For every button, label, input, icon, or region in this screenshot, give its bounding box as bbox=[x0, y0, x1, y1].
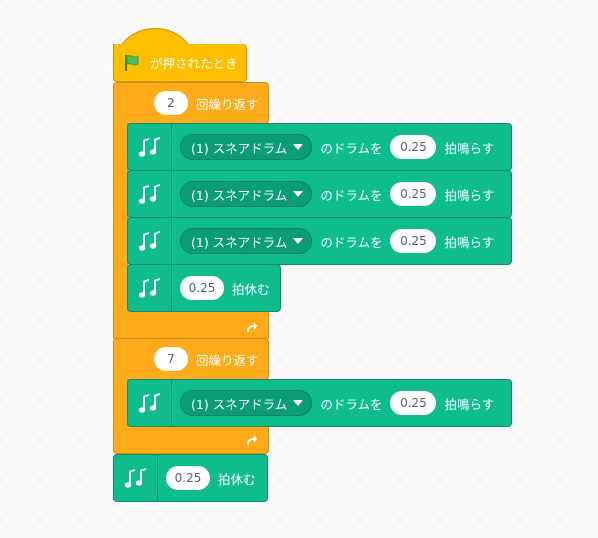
repeat-count-input[interactable]: 2 bbox=[154, 91, 188, 115]
dropdown-arrow-icon bbox=[293, 238, 304, 244]
music-notes-icon bbox=[124, 468, 146, 488]
dropdown-arrow-icon bbox=[293, 144, 304, 150]
drum-mid-label: のドラムを bbox=[320, 396, 383, 412]
beats-input[interactable]: 0.25 bbox=[390, 391, 437, 415]
music-extension-icon-wrap bbox=[128, 380, 172, 426]
drum-dropdown-label: (1) スネアドラム bbox=[191, 234, 288, 250]
play-drum-block[interactable]: (1) スネアドラム のドラムを 0.25 拍鳴らす bbox=[127, 123, 512, 171]
repeat-bottom-2 bbox=[113, 426, 269, 454]
drum-end-label: 拍鳴らす bbox=[444, 234, 495, 250]
rest-beats-input[interactable]: 0.25 bbox=[166, 466, 210, 490]
drum-dropdown[interactable]: (1) スネアドラム bbox=[180, 390, 313, 416]
play-drum-block[interactable]: (1) スネアドラム のドラムを 0.25 拍鳴らす bbox=[127, 379, 512, 427]
rest-beats-input[interactable]: 0.25 bbox=[180, 276, 224, 300]
drum-mid-label: のドラムを bbox=[320, 234, 383, 250]
music-notes-icon bbox=[138, 231, 160, 251]
drum-dropdown[interactable]: (1) スネアドラム bbox=[180, 228, 313, 254]
beats-input[interactable]: 0.25 bbox=[390, 182, 437, 206]
when-flag-clicked-block[interactable]: が押されたとき bbox=[113, 44, 247, 82]
rest-label: 拍休む bbox=[218, 471, 256, 487]
drum-dropdown[interactable]: (1) スネアドラム bbox=[180, 134, 313, 160]
beats-input[interactable]: 0.25 bbox=[390, 229, 437, 253]
music-extension-icon-wrap bbox=[128, 218, 172, 264]
rest-block[interactable]: 0.25 拍休む bbox=[127, 264, 281, 312]
hat-label: が押されたとき bbox=[150, 56, 238, 71]
drum-mid-label: のドラムを bbox=[320, 187, 383, 203]
play-drum-block[interactable]: (1) スネアドラム のドラムを 0.25 拍鳴らす bbox=[127, 217, 512, 265]
dropdown-arrow-icon bbox=[293, 191, 304, 197]
repeat-bottom-1 bbox=[113, 311, 269, 341]
repeat-block-1[interactable]: 2 回繰り返す bbox=[113, 82, 269, 124]
drum-end-label: 拍鳴らす bbox=[444, 140, 495, 156]
music-notes-icon bbox=[138, 137, 160, 157]
music-extension-icon-wrap bbox=[114, 455, 158, 501]
repeat-label: 回繰り返す bbox=[196, 96, 259, 112]
rest-label: 拍休む bbox=[232, 281, 270, 297]
drum-end-label: 拍鳴らす bbox=[444, 187, 495, 203]
loop-arrow-icon bbox=[247, 322, 257, 332]
drum-dropdown-label: (1) スネアドラム bbox=[191, 187, 288, 203]
drum-dropdown-label: (1) スネアドラム bbox=[191, 396, 288, 412]
music-notes-icon bbox=[138, 393, 160, 413]
repeat-block-2[interactable]: 7 回繰り返す bbox=[113, 338, 269, 380]
music-extension-icon-wrap bbox=[128, 171, 172, 217]
loop-arrow-icon bbox=[247, 435, 257, 445]
rest-block[interactable]: 0.25 拍休む bbox=[113, 454, 268, 502]
drum-dropdown-label: (1) スネアドラム bbox=[191, 140, 288, 156]
play-drum-block[interactable]: (1) スネアドラム のドラムを 0.25 拍鳴らす bbox=[127, 170, 512, 218]
dropdown-arrow-icon bbox=[293, 400, 304, 406]
repeat-count-input[interactable]: 7 bbox=[154, 347, 188, 371]
drum-end-label: 拍鳴らす bbox=[444, 396, 495, 412]
music-notes-icon bbox=[138, 184, 160, 204]
music-extension-icon-wrap bbox=[128, 265, 172, 311]
drum-mid-label: のドラムを bbox=[320, 140, 383, 156]
repeat-arm-1 bbox=[113, 123, 128, 319]
music-notes-icon bbox=[138, 278, 160, 298]
beats-input[interactable]: 0.25 bbox=[390, 135, 437, 159]
green-flag-icon bbox=[125, 54, 139, 71]
repeat-label: 回繰り返す bbox=[196, 352, 259, 368]
drum-dropdown[interactable]: (1) スネアドラム bbox=[180, 181, 313, 207]
music-extension-icon-wrap bbox=[128, 124, 172, 170]
